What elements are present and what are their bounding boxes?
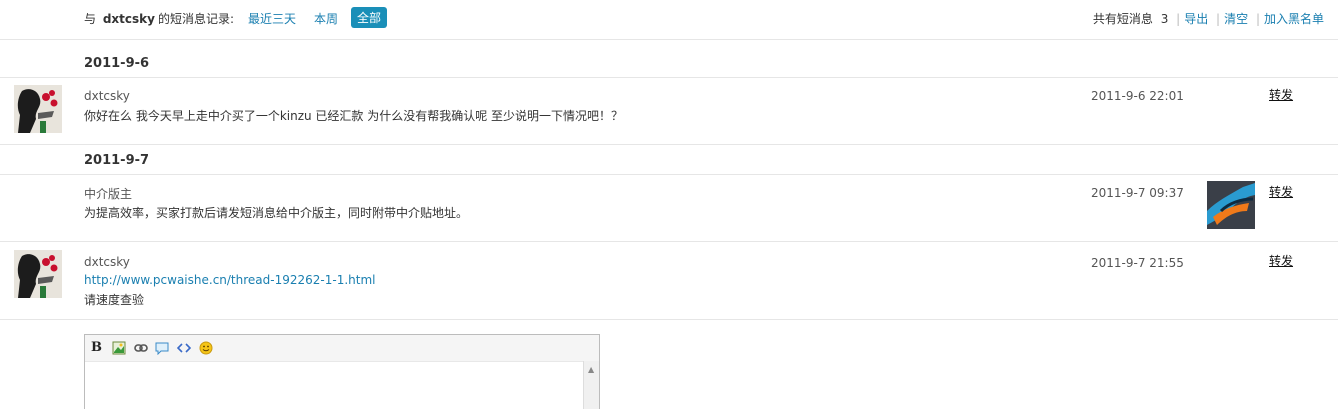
message-time: 2011-9-6 22:01 <box>1091 89 1184 103</box>
filter-this-week[interactable]: 本周 <box>314 10 338 27</box>
forward-link[interactable]: 转发 <box>1269 86 1293 103</box>
date-label: 2011-9-7 <box>84 153 150 168</box>
bold-icon[interactable]: B <box>91 340 105 355</box>
message-sender[interactable]: dxtcsky <box>84 89 130 103</box>
avatar[interactable] <box>14 85 62 133</box>
filter-all[interactable]: 全部 <box>351 7 388 28</box>
header-actions: 共有短消息 3 | 导出 | 清空 | 加入黑名单 <box>1093 10 1324 27</box>
separator: | <box>1255 12 1260 26</box>
message-text: 请速度查验 <box>84 293 145 307</box>
message-item: 中介版主 为提高效率，买家打款后请发短消息给中介版主，同时附带中介贴地址。 20… <box>0 175 1338 242</box>
message-history-header: 与 dxtcsky 的短消息记录: 最近三天 本周 全部 共有短消息 3 | 导出 … <box>0 0 1338 40</box>
history-username: dxtcsky <box>102 12 155 26</box>
message-time: 2011-9-7 09:37 <box>1091 186 1184 200</box>
scroll-up-icon[interactable]: ▲ <box>588 365 594 374</box>
message-sender[interactable]: dxtcsky <box>84 255 130 269</box>
total-count: 3 <box>1160 12 1169 26</box>
export-link[interactable]: 导出 <box>1184 12 1208 26</box>
message-input[interactable] <box>85 361 599 409</box>
editor-scrollbar[interactable]: ▲ <box>583 361 599 409</box>
date-divider: 2011-9-6 <box>0 40 1338 78</box>
separator: | <box>1176 12 1181 26</box>
forward-link[interactable]: 转发 <box>1269 183 1293 200</box>
total-label: 共有短消息 <box>1092 12 1153 26</box>
date-divider: 2011-9-7 <box>0 145 1338 175</box>
filter-recent-three-days[interactable]: 最近三天 <box>248 10 296 27</box>
separator: | <box>1216 12 1221 26</box>
blacklist-link[interactable]: 加入黑名单 <box>1264 12 1324 26</box>
editor-toolbar: B <box>85 335 599 361</box>
message-text: 为提高效率，买家打款后请发短消息给中介版主，同时附带中介贴地址。 <box>84 206 469 220</box>
message-text: 你好在么 我今天早上走中介买了一个kinzu 已经汇款 为什么没有帮我确认呢 至… <box>84 109 624 123</box>
reply-editor: B ▲ <box>84 334 600 409</box>
date-label: 2011-9-6 <box>84 56 150 71</box>
intro-suffix: 的短消息记录: <box>157 12 235 26</box>
message-sender[interactable]: 中介版主 <box>84 185 132 202</box>
message-link[interactable]: http://www.pcwaishe.cn/thread-192262-1-1… <box>84 273 376 287</box>
image-icon[interactable] <box>112 341 126 355</box>
intro-prefix: 与 <box>84 12 97 26</box>
quote-icon[interactable] <box>155 341 169 356</box>
code-icon[interactable] <box>176 341 192 355</box>
avatar[interactable] <box>14 250 62 298</box>
clear-link[interactable]: 清空 <box>1224 12 1248 26</box>
message-item: dxtcsky http://www.pcwaishe.cn/thread-19… <box>0 242 1338 320</box>
forward-link[interactable]: 转发 <box>1269 252 1293 269</box>
history-intro: 与 dxtcsky 的短消息记录: <box>84 10 234 27</box>
smiley-icon[interactable] <box>199 341 213 355</box>
message-item: dxtcsky 你好在么 我今天早上走中介买了一个kinzu 已经汇款 为什么没… <box>0 78 1338 145</box>
link-icon[interactable] <box>134 341 148 355</box>
recipient-avatar[interactable] <box>1207 181 1255 229</box>
message-time: 2011-9-7 21:55 <box>1091 256 1184 270</box>
